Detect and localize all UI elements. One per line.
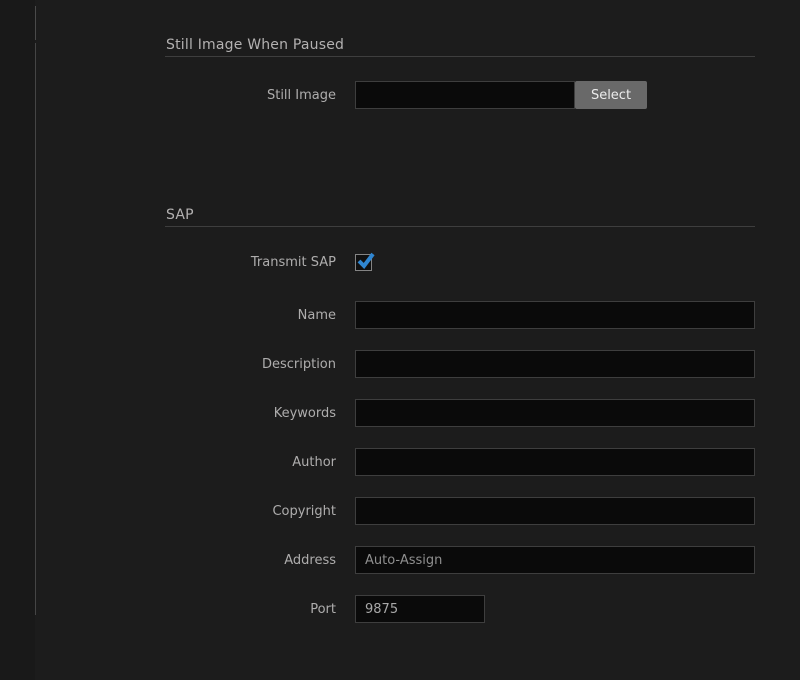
address-input[interactable] <box>355 546 755 574</box>
check-icon <box>355 250 376 271</box>
copyright-row: Copyright <box>165 497 755 525</box>
address-label: Address <box>165 553 336 568</box>
section-title-sap: SAP <box>166 207 194 223</box>
address-row: Address <box>165 546 755 574</box>
sap-fields-group: Name Description Keywords Author Copyrig… <box>165 301 755 644</box>
still-image-row: Still Image Select <box>165 81 647 109</box>
section-divider <box>165 226 755 227</box>
port-label: Port <box>165 602 336 617</box>
keywords-input[interactable] <box>355 399 755 427</box>
transmit-sap-row: Transmit SAP <box>165 251 372 273</box>
port-input[interactable] <box>355 595 485 623</box>
name-row: Name <box>165 301 755 329</box>
keywords-label: Keywords <box>165 406 336 421</box>
description-row: Description <box>165 350 755 378</box>
select-button[interactable]: Select <box>575 81 647 109</box>
left-panel-strip <box>0 0 35 680</box>
copyright-label: Copyright <box>165 504 336 519</box>
keywords-row: Keywords <box>165 399 755 427</box>
panel-divider <box>35 43 36 615</box>
transmit-sap-label: Transmit SAP <box>165 255 336 270</box>
author-label: Author <box>165 455 336 470</box>
section-divider <box>165 56 755 57</box>
still-image-label: Still Image <box>165 88 336 103</box>
transmit-sap-checkbox[interactable] <box>355 254 372 271</box>
description-label: Description <box>165 357 336 372</box>
copyright-input[interactable] <box>355 497 755 525</box>
author-input[interactable] <box>355 448 755 476</box>
still-image-input[interactable] <box>355 81 575 109</box>
author-row: Author <box>165 448 755 476</box>
name-input[interactable] <box>355 301 755 329</box>
port-row: Port <box>165 595 755 623</box>
panel-divider-upper <box>35 6 36 40</box>
description-input[interactable] <box>355 350 755 378</box>
name-label: Name <box>165 308 336 323</box>
section-title-still-image: Still Image When Paused <box>166 37 344 53</box>
